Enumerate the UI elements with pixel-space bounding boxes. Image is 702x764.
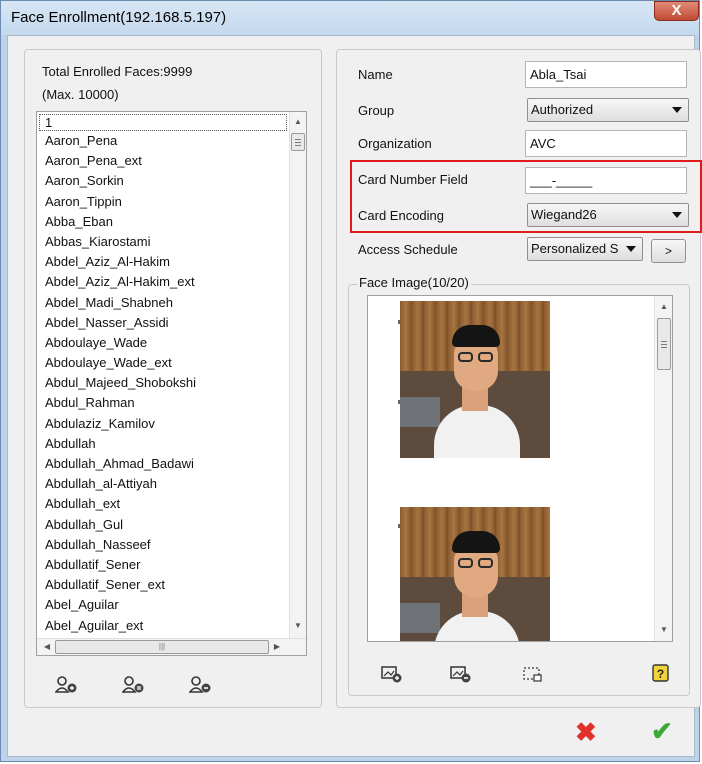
scroll-left-icon[interactable]: ◀ — [39, 639, 55, 655]
svg-text:?: ? — [657, 667, 664, 681]
group-select-value: Authorized — [531, 102, 594, 117]
name-label: Name — [358, 67, 393, 82]
list-item[interactable]: Abdul_Rahman — [37, 393, 289, 413]
list-item[interactable]: Abba_Eban — [37, 212, 289, 232]
list-item[interactable]: Abdullah — [37, 434, 289, 454]
scroll-up-icon[interactable]: ▲ — [290, 114, 306, 130]
list-item[interactable]: Abdel_Nasser_Assidi — [37, 313, 289, 333]
max-faces-label: (Max. 10000) — [42, 87, 119, 102]
list-item[interactable]: Abdullatif_Sener — [37, 555, 289, 575]
chevron-down-icon — [672, 212, 682, 218]
list-item[interactable]: Abdel_Madi_Shabneh — [37, 293, 289, 313]
chevron-down-icon — [672, 107, 682, 113]
remove-image-icon — [450, 666, 471, 683]
confirm-button[interactable]: ✔ — [651, 718, 673, 744]
scroll-down-icon[interactable]: ▼ — [290, 618, 306, 634]
list-item[interactable]: Abdullah_Gul — [37, 515, 289, 535]
face-photo-1[interactable] — [400, 301, 550, 458]
cancel-icon: ✖ — [575, 717, 597, 747]
card-encoding-label: Card Encoding — [358, 208, 444, 223]
list-item[interactable]: 1 — [39, 114, 287, 131]
close-icon: X — [671, 2, 682, 19]
list-scroll-thumb[interactable] — [291, 133, 305, 151]
list-item[interactable]: Abdullatif_Sener_ext — [37, 575, 289, 595]
add-user-icon — [54, 676, 77, 693]
remove-image-button[interactable] — [449, 663, 475, 685]
list-item[interactable]: Abel_Aguilar_ext — [37, 616, 289, 636]
list-item[interactable]: Abdul_Majeed_Shobokshi — [37, 373, 289, 393]
list-item[interactable]: Abdullah_ext — [37, 494, 289, 514]
scroll-down-icon[interactable]: ▼ — [656, 622, 672, 638]
list-item[interactable]: Abdel_Aziz_Al-Hakim_ext — [37, 272, 289, 292]
confirm-icon: ✔ — [651, 716, 673, 746]
help-button[interactable]: ? — [651, 663, 677, 685]
list-item[interactable]: Aaron_Sorkin — [37, 171, 289, 191]
image-vertical-scrollbar[interactable]: ▲ ▼ — [654, 296, 672, 641]
list-item[interactable]: Abdullah_Nasseef — [37, 535, 289, 555]
group-select[interactable]: Authorized — [527, 98, 689, 122]
window-title: Face Enrollment(192.168.5.197) — [11, 9, 227, 26]
list-item[interactable]: Abdoulaye_Wade — [37, 333, 289, 353]
organization-label: Organization — [358, 136, 432, 151]
list-item[interactable]: Abdulaziz_Kamilov — [37, 414, 289, 434]
list-item[interactable]: Aaron_Tippin — [37, 192, 289, 212]
list-item[interactable]: Abdullah_al-Attiyah — [37, 474, 289, 494]
access-schedule-value: Personalized S — [531, 241, 619, 256]
access-schedule-label: Access Schedule — [358, 242, 458, 257]
scroll-right-icon[interactable]: ▶ — [269, 639, 285, 655]
face-enrollment-window: Face Enrollment(192.168.5.197) X Total E… — [0, 0, 702, 762]
edit-user-icon — [121, 676, 144, 693]
card-encoding-select[interactable]: Wiegand26 — [527, 203, 689, 227]
list-item[interactable]: Abdullah_Ahmad_Badawi — [37, 454, 289, 474]
scroll-up-icon[interactable]: ▲ — [656, 299, 672, 315]
card-encoding-value: Wiegand26 — [531, 207, 597, 222]
edit-user-button[interactable] — [121, 674, 148, 696]
delete-user-button[interactable] — [188, 674, 215, 696]
list-item[interactable]: Aaron_Pena — [37, 131, 289, 151]
schedule-more-button[interactable]: > — [651, 239, 686, 263]
access-schedule-select[interactable]: Personalized S — [527, 237, 643, 261]
crop-image-button[interactable] — [521, 663, 547, 685]
list-item[interactable]: Abbas_Kiarostami — [37, 232, 289, 252]
card-number-label: Card Number Field — [358, 172, 468, 187]
chevron-down-icon — [626, 246, 636, 252]
help-icon: ? — [652, 664, 669, 682]
list-hscroll-thumb[interactable]: ||| — [55, 640, 269, 654]
title-bar[interactable]: Face Enrollment(192.168.5.197) X — [1, 1, 699, 35]
crop-image-icon — [523, 667, 542, 682]
card-number-field[interactable]: ___-_____ — [525, 167, 687, 194]
list-item[interactable]: Aaron_Pena_ext — [37, 151, 289, 171]
face-photo-2[interactable] — [400, 507, 550, 641]
list-item[interactable]: Abdoulaye_Wade_ext — [37, 353, 289, 373]
enrolled-faces-items: 1 Aaron_Pena Aaron_Pena_ext Aaron_Sorkin Aar… — [37, 112, 289, 636]
face-image-label: Face Image(10/20) — [357, 275, 471, 290]
list-vertical-scrollbar[interactable]: ▲ ▼ — [289, 112, 306, 638]
list-item[interactable]: Abel_Aguilar — [37, 595, 289, 615]
total-enrolled-label: Total Enrolled Faces:9999 — [42, 64, 193, 79]
name-field[interactable]: Abla_Tsai — [525, 61, 687, 88]
delete-user-icon — [188, 676, 211, 693]
group-label: Group — [358, 103, 395, 118]
organization-field[interactable]: AVC — [525, 130, 687, 157]
add-user-button[interactable] — [54, 674, 81, 696]
cancel-button[interactable]: ✖ — [575, 719, 597, 745]
enrolled-faces-list[interactable]: 1 Aaron_Pena Aaron_Pena_ext Aaron_Sorkin Aar… — [36, 111, 307, 656]
image-scroll-thumb[interactable] — [657, 318, 671, 370]
add-image-icon — [381, 666, 402, 683]
face-image-list[interactable]: ▲ ▼ — [367, 295, 673, 642]
list-item[interactable]: Abdel_Aziz_Al-Hakim — [37, 252, 289, 272]
list-horizontal-scrollbar[interactable]: ◀ ||| ▶ — [37, 638, 306, 655]
close-button[interactable]: X — [654, 1, 699, 21]
add-image-button[interactable] — [380, 663, 406, 685]
